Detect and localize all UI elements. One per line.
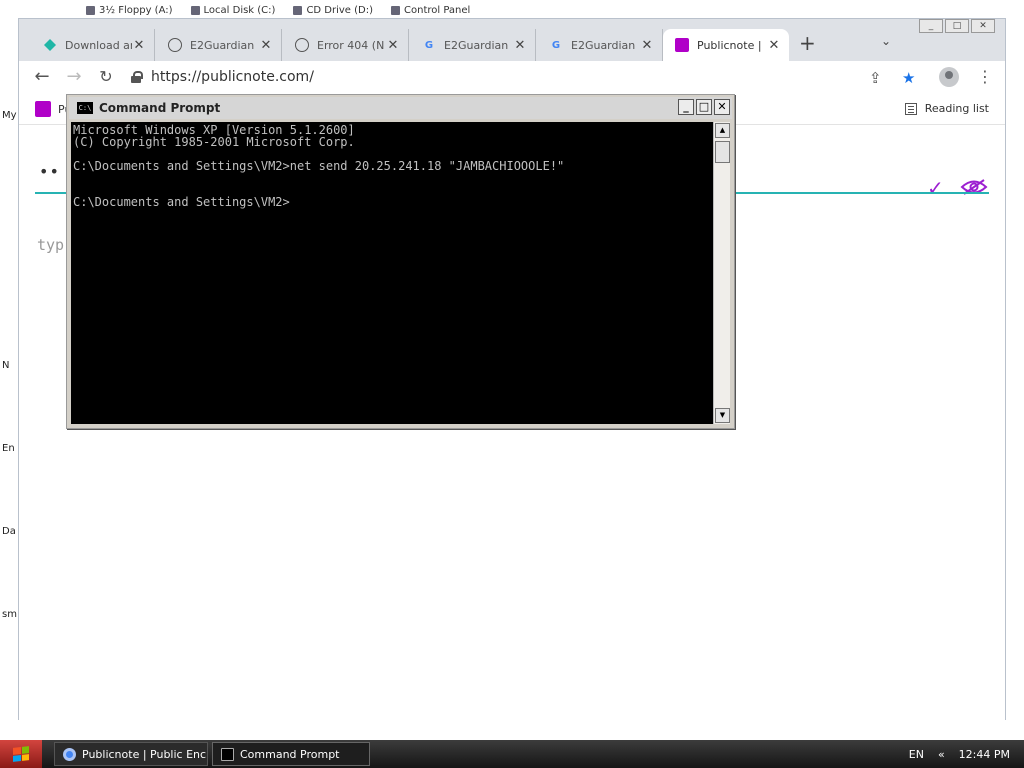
menu-dots-icon[interactable]: ••: [39, 162, 60, 181]
tab-e2guardian-1[interactable]: E2Guardian ✕: [156, 29, 282, 61]
tab-title: E2Guardian: [571, 38, 636, 52]
publicnote-icon: [675, 38, 689, 52]
browser-toolbar: ← → ↻ https://publicnote.com/ ⇪ ★ ⋮: [19, 61, 1005, 93]
tab-e2guardian-2[interactable]: G E2Guardian ✕: [410, 29, 536, 61]
star-icon[interactable]: ★: [902, 69, 915, 87]
reading-list-button[interactable]: Reading list: [904, 102, 989, 115]
cmd-icon: C:\: [77, 102, 93, 114]
back-arrow-icon[interactable]: ←: [31, 66, 53, 88]
more-menu-icon[interactable]: ⋮: [977, 67, 993, 86]
clock[interactable]: 12:44 PM: [959, 748, 1010, 761]
shortcut-control-panel[interactable]: Control Panel: [391, 2, 470, 18]
minimize-button[interactable]: _: [919, 19, 943, 33]
desktop-icon-label[interactable]: sm: [2, 609, 18, 620]
shortcut-cd-drive[interactable]: CD Drive (D:): [293, 2, 373, 18]
tab-title: E2Guardian: [444, 38, 509, 52]
share-icon[interactable]: ⇪: [869, 69, 882, 87]
close-tab-icon[interactable]: ✕: [259, 38, 273, 53]
shortcut-local-disk[interactable]: Local Disk (C:): [190, 2, 275, 18]
minimize-button[interactable]: _: [678, 99, 694, 115]
close-tab-icon[interactable]: ✕: [640, 38, 654, 53]
close-tab-icon[interactable]: ✕: [386, 38, 400, 53]
diamond-icon: [43, 38, 57, 52]
desktop-icon-label[interactable]: Da: [2, 526, 18, 537]
tab-e2guardian-3[interactable]: G E2Guardian ✕: [537, 29, 663, 61]
disk-icon: [190, 5, 200, 15]
desktop-shortcuts-bar: 3½ Floppy (A:) Local Disk (C:) CD Drive …: [86, 2, 470, 18]
close-button[interactable]: ✕: [971, 19, 995, 33]
chrome-icon: [63, 747, 76, 761]
tab-strip: Download an ✕ E2Guardian ✕ Error 404 (N …: [19, 19, 1005, 61]
scroll-up-icon[interactable]: ▲: [715, 123, 730, 138]
console-output[interactable]: Microsoft Windows XP [Version 5.1.2600] …: [71, 122, 713, 424]
cd-icon: [293, 5, 303, 15]
reading-list-label: Reading list: [924, 102, 989, 115]
publicnote-icon: [35, 101, 51, 117]
google-icon: G: [551, 39, 561, 51]
system-tray: EN « 12:44 PM: [909, 740, 1024, 768]
note-editor[interactable]: typ: [37, 236, 64, 254]
console-line: (C) Copyright 1985-2001 Microsoft Corp.: [73, 135, 355, 149]
close-tab-icon[interactable]: ✕: [767, 38, 781, 53]
console-line: C:\Documents and Settings\VM2>net send 2…: [73, 159, 565, 173]
profile-avatar[interactable]: [939, 67, 959, 87]
close-tab-icon[interactable]: ✕: [132, 38, 146, 53]
close-button[interactable]: ✕: [714, 99, 730, 115]
language-indicator[interactable]: EN: [909, 748, 924, 761]
floppy-icon: [86, 5, 95, 15]
control-panel-icon: [391, 5, 401, 15]
restore-button[interactable]: □: [945, 19, 969, 33]
scroll-down-icon[interactable]: ▼: [715, 408, 730, 423]
google-icon: G: [424, 39, 434, 51]
desktop-icon-label[interactable]: My: [2, 110, 18, 121]
forward-arrow-icon[interactable]: →: [63, 66, 85, 88]
cmd-icon: [221, 747, 234, 761]
taskbar-item-cmd[interactable]: Command Prompt: [212, 742, 370, 766]
maximize-button[interactable]: □: [696, 99, 712, 115]
globe-icon: [295, 38, 309, 52]
console-prompt-line: C:\Documents and Settings\VM2>: [73, 195, 290, 209]
desktop-left-strip: My N En Da sm: [0, 0, 18, 740]
scroll-thumb[interactable]: [715, 141, 730, 163]
chevron-down-icon[interactable]: ⌄: [881, 34, 891, 48]
command-prompt-window: C:\ Command Prompt _ □ ✕ Microsoft Windo…: [66, 94, 735, 429]
url-text: https://publicnote.com/: [151, 69, 314, 85]
tab-title: Error 404 (N: [317, 38, 385, 52]
desktop-icon-label[interactable]: N: [2, 360, 18, 371]
shortcut-floppy[interactable]: 3½ Floppy (A:): [86, 2, 173, 18]
taskbar: Publicnote | Public Enc... Command Promp…: [0, 740, 1024, 768]
new-tab-button[interactable]: +: [799, 33, 816, 53]
cmd-titlebar[interactable]: C:\ Command Prompt _ □ ✕: [69, 97, 732, 119]
window-controls: _ □ ✕: [919, 19, 995, 33]
globe-icon: [168, 38, 182, 52]
cmd-window-controls: _ □ ✕: [678, 99, 730, 115]
reload-icon[interactable]: ↻: [95, 66, 117, 88]
tab-publicnote[interactable]: Publicnote | ✕: [663, 29, 789, 61]
check-icon[interactable]: ✓: [927, 176, 944, 200]
window-title: Command Prompt: [99, 101, 221, 115]
tab-title: Publicnote |: [697, 38, 762, 52]
address-bar[interactable]: https://publicnote.com/: [131, 64, 851, 90]
task-label: Command Prompt: [240, 747, 340, 761]
tab-error-404[interactable]: Error 404 (N ✕: [283, 29, 409, 61]
taskbar-item-browser[interactable]: Publicnote | Public Enc...: [54, 742, 208, 766]
tab-title: E2Guardian: [190, 38, 255, 52]
start-button[interactable]: [0, 740, 42, 768]
tab-title: Download an: [65, 38, 132, 52]
lock-icon[interactable]: [131, 71, 143, 83]
tab-download[interactable]: Download an ✕: [31, 29, 155, 61]
windows-logo-icon: [13, 746, 29, 762]
vertical-scrollbar[interactable]: ▲ ▼: [713, 122, 730, 424]
close-tab-icon[interactable]: ✕: [513, 38, 527, 53]
task-label: Publicnote | Public Enc...: [82, 747, 208, 761]
desktop-icon-label[interactable]: En: [2, 443, 18, 454]
reading-list-icon: [904, 102, 917, 115]
tray-expand-icon[interactable]: «: [938, 748, 945, 761]
